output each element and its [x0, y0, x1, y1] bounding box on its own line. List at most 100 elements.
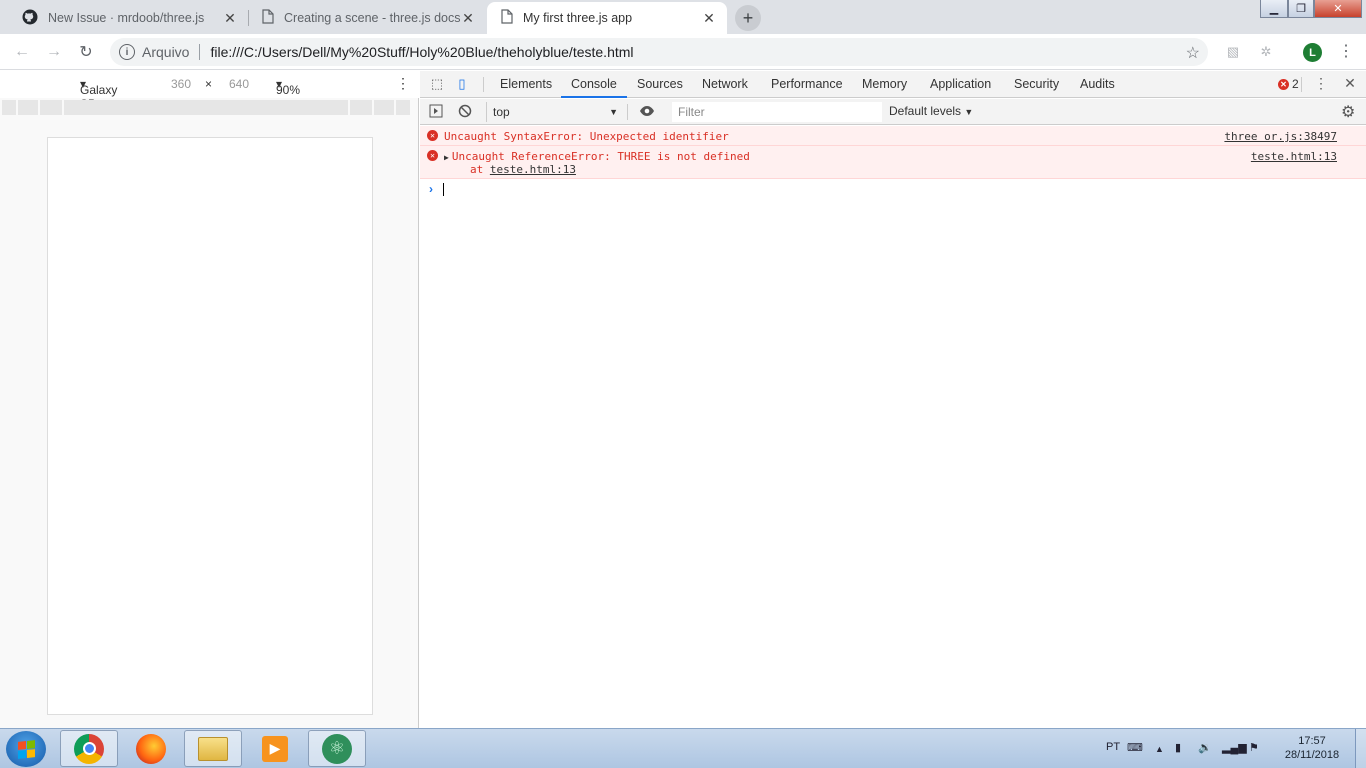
context-select[interactable]: top ▼ — [486, 102, 622, 122]
close-icon[interactable]: ✕ — [460, 10, 476, 27]
url-text[interactable]: file:///C:/Users/Dell/My%20Stuff/Holy%20… — [210, 44, 633, 60]
device-width[interactable]: 360 — [171, 77, 191, 91]
document-icon — [262, 9, 274, 27]
media-query-ruler[interactable] — [0, 100, 419, 115]
tab-title: My first three.js app — [523, 11, 633, 25]
toolbar-divider — [627, 104, 628, 120]
start-button[interactable] — [6, 731, 46, 767]
forward-button[interactable]: → — [44, 42, 64, 62]
back-button[interactable]: ← — [12, 42, 32, 62]
system-clock[interactable]: 17:57 28/11/2018 — [1280, 734, 1344, 762]
taskbar-explorer[interactable] — [184, 730, 242, 767]
sidebar-toggle-icon[interactable] — [428, 104, 444, 120]
device-height[interactable]: 640 — [229, 77, 249, 91]
times-icon: × — [205, 77, 213, 91]
browser-tab-github[interactable]: New Issue · mrdoob/three.js ✕ — [8, 2, 248, 34]
volume-icon[interactable]: 🔉 — [1198, 741, 1212, 754]
reload-icon: ↻ — [79, 44, 93, 61]
tab-application[interactable]: Application — [928, 71, 993, 98]
taskbar-chrome[interactable] — [60, 730, 118, 767]
reload-button[interactable]: ↻ — [76, 42, 96, 62]
window-close-button[interactable]: ✕ — [1314, 0, 1362, 18]
filter-input[interactable] — [672, 102, 882, 122]
console-error-message: ✕ ▶ Uncaught ReferenceError: THREE is not… — [420, 146, 1366, 179]
stack-trace-line: at teste.html:13 — [470, 163, 576, 176]
device-toggle-icon[interactable]: ▯ — [454, 76, 470, 92]
kebab-menu-icon[interactable]: ⋮ — [396, 75, 410, 92]
language-indicator[interactable]: PT — [1106, 741, 1120, 753]
star-icon[interactable]: ☆ — [1186, 43, 1200, 63]
close-icon[interactable]: ✕ — [701, 10, 717, 27]
taskbar-firefox[interactable] — [122, 730, 180, 767]
expand-triangle-icon[interactable]: ▶ — [444, 153, 449, 162]
close-icon: ✕ — [1333, 3, 1343, 15]
media-player-icon: ▶ — [262, 735, 288, 762]
tab-network[interactable]: Network — [700, 71, 750, 98]
kebab-menu-icon[interactable]: ⋮ — [1338, 41, 1354, 61]
inspect-element-icon[interactable]: ⬚ — [429, 76, 445, 92]
error-icon: ✕ — [427, 150, 438, 161]
device-viewport[interactable] — [47, 137, 373, 715]
info-icon[interactable]: i — [119, 44, 135, 60]
tab-console[interactable]: Console — [561, 71, 627, 98]
zoom-select[interactable]: 90% ▾ — [276, 77, 300, 97]
tab-title: Creating a scene - three.js docs — [284, 11, 460, 25]
folder-icon — [198, 736, 228, 761]
eye-icon[interactable] — [639, 104, 655, 120]
keyboard-icon[interactable]: ⌨ — [1127, 741, 1143, 754]
close-icon[interactable]: ✕ — [222, 10, 238, 27]
scheme-label: Arquivo — [142, 44, 190, 60]
toolbar-divider — [1301, 77, 1302, 92]
atom-icon: ⚛ — [322, 733, 352, 764]
clock-time: 17:57 — [1298, 735, 1326, 747]
avatar[interactable]: L — [1303, 43, 1322, 62]
gear-icon[interactable]: ⚙ — [1341, 102, 1355, 122]
address-bar-row: ← → ↻ i Arquivo file:///C:/Users/Dell/My… — [0, 34, 1366, 70]
taskbar-atom[interactable]: ⚛ — [308, 730, 366, 767]
extension-puzzle-icon[interactable]: ✲ — [1258, 44, 1274, 60]
source-link[interactable]: teste.html:13 — [1251, 150, 1337, 163]
browser-tab-active[interactable]: My first three.js app ✕ — [487, 2, 727, 34]
arrow-left-icon: ← — [14, 43, 30, 60]
clear-console-icon[interactable] — [457, 104, 473, 120]
browser-tab-threejs-docs[interactable]: Creating a scene - three.js docs ✕ — [248, 2, 486, 34]
pdf-extension-icon[interactable]: ▧ — [1225, 44, 1241, 60]
browser-tabstrip: New Issue · mrdoob/three.js ✕ Creating a… — [0, 0, 1366, 34]
tab-performance[interactable]: Performance — [769, 71, 845, 98]
error-count-badge[interactable]: ✕ 2 — [1278, 77, 1299, 91]
caret-down-icon: ▼ — [964, 107, 974, 117]
console-error-message: ✕ Uncaught SyntaxError: Unexpected ident… — [420, 126, 1366, 146]
tab-title: New Issue · mrdoob/three.js — [48, 11, 205, 25]
close-icon[interactable]: ✕ — [1342, 75, 1358, 91]
network-signal-icon[interactable]: ▂▄▆ — [1222, 741, 1247, 754]
minimize-button[interactable]: ▁ — [1260, 0, 1288, 18]
show-desktop-button[interactable] — [1355, 729, 1366, 768]
console-messages: ✕ Uncaught SyntaxError: Unexpected ident… — [420, 126, 1366, 199]
windows-logo-icon — [17, 739, 35, 759]
arrow-right-icon: → — [46, 43, 62, 60]
source-link[interactable]: three or.js:38497 — [1224, 130, 1337, 143]
chevron-right-icon: › — [429, 182, 433, 196]
tab-security[interactable]: Security — [1012, 71, 1061, 98]
tab-elements[interactable]: Elements — [498, 71, 554, 98]
console-prompt[interactable]: › — [420, 179, 1366, 199]
error-icon: ✕ — [427, 130, 438, 141]
maximize-button[interactable]: ❐ — [1288, 0, 1314, 18]
omnibox-divider — [199, 44, 201, 60]
tab-memory[interactable]: Memory — [860, 71, 909, 98]
new-tab-button[interactable]: + — [735, 5, 761, 31]
plus-icon: + — [742, 7, 754, 28]
windows-taskbar: ▶ ⚛ PT ⌨ ▲ ▮ 🔉 ▂▄▆ ⚑ 17:57 28/11/2018 — [0, 728, 1366, 768]
action-center-flag-icon[interactable]: ⚑ — [1249, 741, 1259, 754]
device-select[interactable]: Galaxy S5 ▾ — [80, 77, 117, 111]
battery-icon[interactable]: ▮ — [1175, 741, 1181, 754]
tray-overflow-icon[interactable]: ▲ — [1155, 744, 1164, 754]
taskbar-media-player[interactable]: ▶ — [246, 730, 304, 767]
kebab-menu-icon[interactable]: ⋮ — [1313, 75, 1329, 91]
omnibox[interactable]: i Arquivo file:///C:/Users/Dell/My%20Stu… — [110, 38, 1208, 66]
log-levels-select[interactable]: Default levels ▼ — [889, 104, 973, 118]
tab-audits[interactable]: Audits — [1078, 71, 1117, 98]
tab-sources[interactable]: Sources — [635, 71, 685, 98]
device-toolbar: Galaxy S5 ▾ 360 × 640 90% ▾ ⋮ — [0, 71, 419, 111]
stack-source-link[interactable]: teste.html:13 — [490, 163, 576, 176]
